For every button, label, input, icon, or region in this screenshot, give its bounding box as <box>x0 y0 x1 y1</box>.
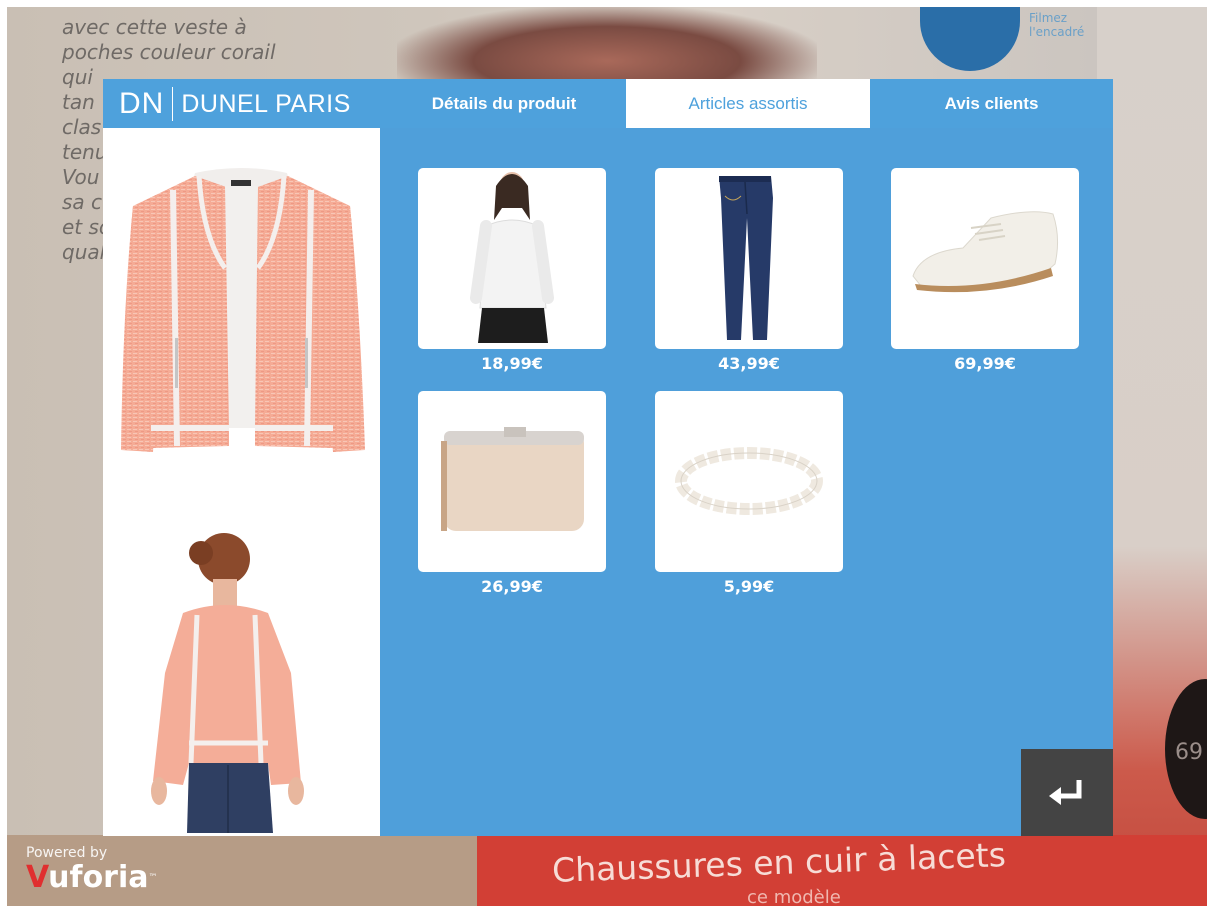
brand-mark: DN <box>119 87 174 121</box>
background-subheading: ce modèle <box>747 887 841 906</box>
product-card[interactable] <box>655 391 843 572</box>
vuforia-watermark: Powered by Vuforia™ <box>26 845 158 895</box>
return-button[interactable] <box>1021 749 1113 836</box>
matching-items-grid: 18,99€ 43,99€ 69,99€ 26,99€ 5,99€ <box>380 128 1113 836</box>
product-price: 43,99€ <box>718 354 780 373</box>
tab-customer-reviews[interactable]: Avis clients <box>870 79 1113 128</box>
product-price: 26,99€ <box>481 577 543 596</box>
jacket-back-model-image <box>151 533 304 833</box>
product-image-clutch <box>441 427 584 531</box>
background-number: 69 <box>1175 740 1203 765</box>
jacket-front-image <box>121 168 365 452</box>
product-panel: DN DUNEL PARIS Détails du produit Articl… <box>103 79 1113 836</box>
return-arrow-icon <box>1049 779 1082 805</box>
tab-product-details[interactable]: Détails du produit <box>382 79 626 128</box>
product-card[interactable] <box>418 391 606 572</box>
brand-name: DUNEL PARIS <box>181 89 351 118</box>
background-badge <box>920 7 1020 71</box>
product-card[interactable] <box>655 168 843 349</box>
top-bar: DN DUNEL PARIS Détails du produit Articl… <box>103 79 1113 128</box>
product-image-shoe <box>912 211 1059 293</box>
product-image-column <box>103 128 380 836</box>
product-image-top <box>470 172 554 343</box>
powered-by-label: Powered by <box>26 845 108 861</box>
product-image-bracelet <box>675 447 823 515</box>
brand-logo: DN DUNEL PARIS <box>119 85 351 123</box>
vuforia-logo: Vuforia™ <box>26 860 158 895</box>
product-price: 18,99€ <box>481 354 543 373</box>
product-card[interactable] <box>418 168 606 349</box>
product-card[interactable] <box>891 168 1079 349</box>
background-badge-text: Filmez l'encadré <box>1029 11 1085 39</box>
product-price: 69,99€ <box>954 354 1016 373</box>
product-price: 5,99€ <box>723 577 775 596</box>
product-image-jeans <box>719 176 773 340</box>
tab-matching-items[interactable]: Articles assortis <box>626 79 870 128</box>
